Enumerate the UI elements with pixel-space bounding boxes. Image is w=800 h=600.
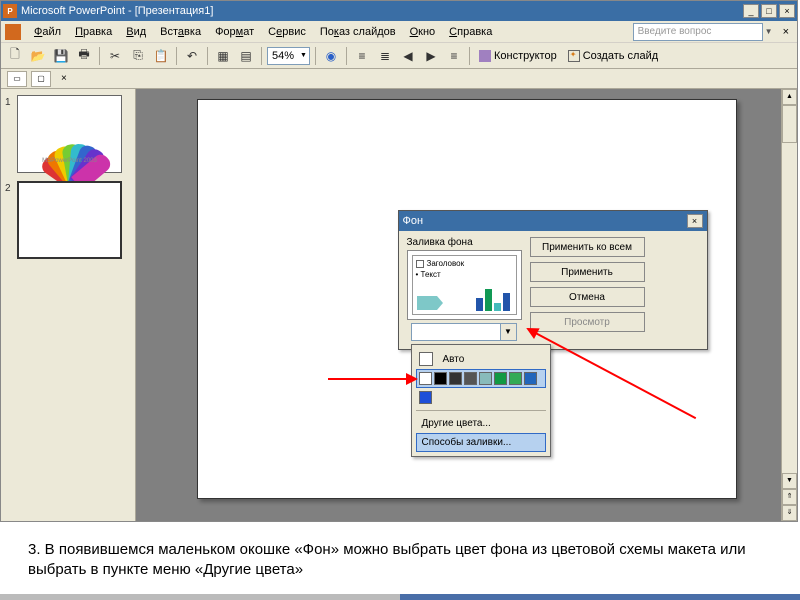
swatch-blue[interactable] (524, 372, 537, 385)
color-fan-icon (48, 104, 92, 148)
chevron-down-icon: ▼ (300, 52, 307, 59)
grid-icon[interactable]: ▤ (236, 46, 256, 66)
doc-close-button[interactable]: × (779, 26, 793, 38)
background-dialog: Фон × Заливка фона Заголовок • Текст (398, 210, 708, 350)
slide-thumb-1[interactable]: MSPowerPoint 2003 (17, 95, 122, 173)
print-icon[interactable]: 🖶 (74, 46, 94, 66)
outline-tab[interactable]: ▭ (7, 71, 27, 87)
dialog-title-bar[interactable]: Фон × (399, 211, 707, 231)
new-slide-button[interactable]: Создать слайд (564, 46, 662, 66)
swatch-black[interactable] (434, 372, 447, 385)
menu-help[interactable]: Справка (442, 24, 499, 40)
slide-canvas[interactable]: Фон × Заливка фона Заголовок • Текст (197, 99, 737, 499)
workspace: 1 MSPowerPoint 2003 2 (1, 89, 797, 521)
open-icon[interactable]: 📂 (28, 46, 48, 66)
thumbnail-panel[interactable]: 1 MSPowerPoint 2003 2 (1, 89, 136, 521)
zoom-combo[interactable]: 54% ▼ (267, 47, 310, 65)
menu-service[interactable]: Сервис (261, 24, 313, 40)
swatch-dark2[interactable] (464, 372, 477, 385)
swatch-recent-blue[interactable] (419, 391, 432, 404)
next-slide-icon[interactable]: ⇓ (782, 505, 797, 521)
powerpoint-icon: P (3, 4, 17, 18)
menu-edit[interactable]: Правка (68, 24, 119, 40)
dialog-close-button[interactable]: × (687, 214, 703, 228)
minimize-button[interactable]: _ (743, 4, 759, 18)
paste-icon[interactable]: 📋 (151, 46, 171, 66)
auto-color-row[interactable]: Авто (416, 349, 546, 369)
slide-thumb-2[interactable] (17, 181, 122, 259)
color-picker-popup: Авто Др (411, 344, 551, 457)
new-slide-icon (568, 50, 580, 62)
swatch-green1[interactable] (494, 372, 507, 385)
thumbnail-1[interactable]: 1 MSPowerPoint 2003 (5, 95, 131, 173)
swatch-dark1[interactable] (449, 372, 462, 385)
pane-close-icon[interactable]: × (61, 73, 67, 84)
ask-placeholder: Введите вопрос (638, 26, 712, 37)
powerpoint-window: P Microsoft PowerPoint - [Презентация1] … (0, 0, 798, 522)
copy-icon[interactable]: ⎘ (128, 46, 148, 66)
save-icon[interactable]: 💾 (51, 46, 71, 66)
ask-dropdown-icon[interactable]: ▼ (765, 27, 773, 36)
menu-bar: Файл Правка Вид Вставка Формат Сервис По… (1, 21, 797, 43)
dialog-title: Фон (403, 215, 424, 227)
ask-question-box[interactable]: Введите вопрос (633, 23, 763, 41)
fill-color-dropdown[interactable]: ▼ (411, 323, 517, 341)
footer-stripe (0, 594, 800, 600)
doc-title: [Презентация1] (135, 5, 214, 17)
instruction-caption: 3. В появившемся маленьком окошке «Фон» … (0, 530, 800, 587)
apply-button[interactable]: Применить (530, 262, 645, 282)
menu-window[interactable]: Окно (403, 24, 443, 40)
title-bar: P Microsoft PowerPoint - [Презентация1] … (1, 1, 797, 21)
zoom-value: 54% (272, 50, 294, 62)
recent-color-row[interactable] (416, 388, 546, 407)
scheme-swatches[interactable] (416, 369, 546, 388)
menu-view[interactable]: Вид (119, 24, 153, 40)
menu-format[interactable]: Формат (208, 24, 261, 40)
menu-slideshow[interactable]: Показ слайдов (313, 24, 403, 40)
swatch-white[interactable] (419, 372, 432, 385)
chart-icon (476, 289, 510, 311)
scroll-down-icon[interactable]: ▼ (782, 473, 797, 489)
bullets-icon[interactable]: ≡ (352, 46, 372, 66)
chevron-down-icon: ▼ (500, 324, 516, 340)
swatch-green2[interactable] (509, 372, 522, 385)
more-colors-item[interactable]: Другие цвета... (416, 414, 546, 433)
menu-insert[interactable]: Вставка (153, 24, 208, 40)
preview-button[interactable]: Просмотр (530, 312, 645, 332)
scroll-thumb[interactable] (782, 105, 797, 143)
app-title: Microsoft PowerPoint (21, 5, 125, 17)
vertical-scrollbar[interactable]: ▲ ▼ ⇑ ⇓ (781, 89, 797, 521)
table-icon[interactable]: ▦ (213, 46, 233, 66)
view-tabs: ▭ ▢ × (1, 69, 797, 89)
annotation-arrow-2 (328, 378, 416, 380)
fill-label: Заливка фона (407, 237, 522, 248)
swatch-teal[interactable] (479, 372, 492, 385)
new-icon[interactable]: 🗋 (5, 46, 25, 66)
app-menu-icon[interactable] (5, 24, 21, 40)
scroll-up-icon[interactable]: ▲ (782, 89, 797, 105)
prev-slide-icon[interactable]: ⇑ (782, 489, 797, 505)
fill-effects-item[interactable]: Способы заливки... (416, 433, 546, 452)
slide-editor: Фон × Заливка фона Заголовок • Текст (136, 89, 797, 521)
indent-icon[interactable]: ▶ (421, 46, 441, 66)
apply-all-button[interactable]: Применить ко всем (530, 237, 645, 257)
designer-button[interactable]: Конструктор (475, 46, 561, 66)
align-icon[interactable]: ≡ (444, 46, 464, 66)
cut-icon[interactable]: ✂ (105, 46, 125, 66)
thumbnail-2[interactable]: 2 (5, 181, 131, 259)
preview-box: Заголовок • Текст (407, 250, 522, 320)
undo-icon[interactable]: ↶ (182, 46, 202, 66)
slides-tab[interactable]: ▢ (31, 71, 51, 87)
auto-swatch (419, 352, 433, 366)
help-icon[interactable]: ◉ (321, 46, 341, 66)
numbering-icon[interactable]: ≣ (375, 46, 395, 66)
close-button[interactable]: × (779, 4, 795, 18)
cancel-button[interactable]: Отмена (530, 287, 645, 307)
menu-file[interactable]: Файл (27, 24, 68, 40)
outdent-icon[interactable]: ◀ (398, 46, 418, 66)
arrow-shape-icon (417, 296, 437, 310)
maximize-button[interactable]: □ (761, 4, 777, 18)
designer-icon (479, 50, 491, 62)
standard-toolbar: 🗋 📂 💾 🖶 ✂ ⎘ 📋 ↶ ▦ ▤ 54% ▼ ◉ ≡ ≣ ◀ ▶ ≡ Ко… (1, 43, 797, 69)
